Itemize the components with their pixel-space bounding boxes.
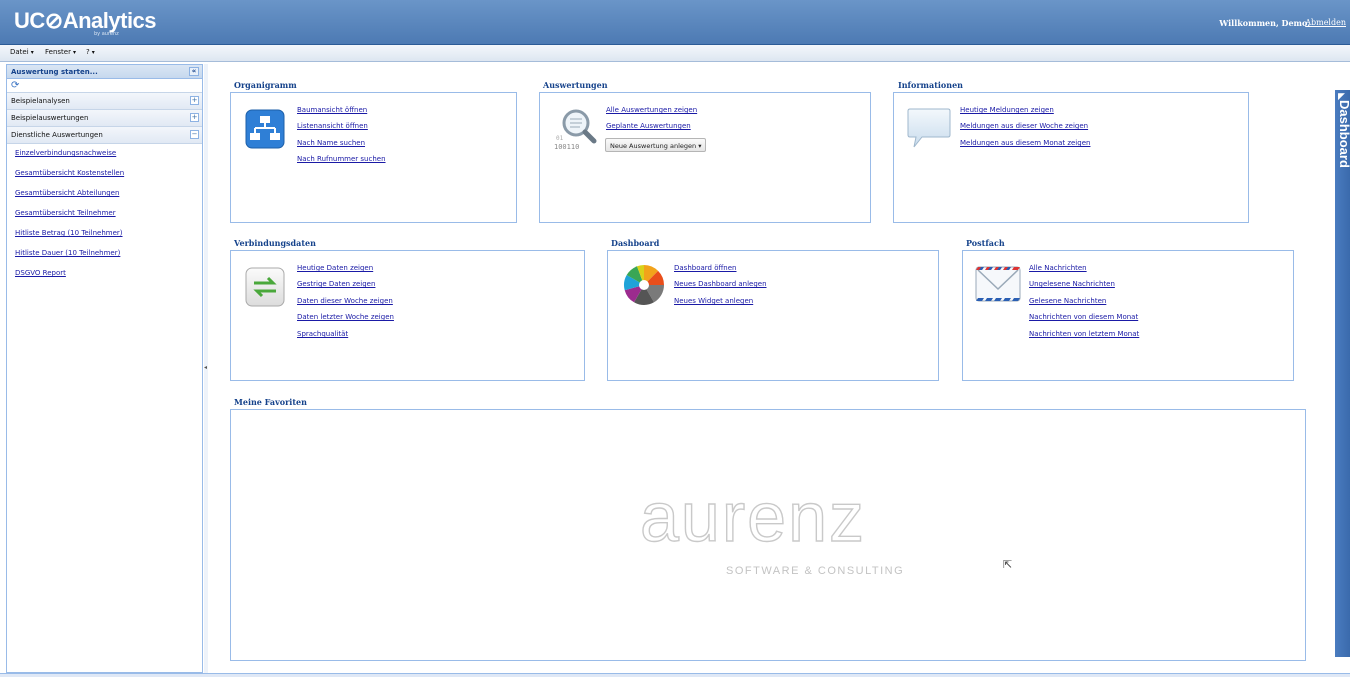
new-report-dropdown[interactable]: Neue Auswertung anlegen ▾ xyxy=(605,138,707,152)
search-report-icon: 100110 01 xyxy=(554,105,600,151)
link-neues-dashboard[interactable]: Neues Dashboard anlegen xyxy=(674,280,767,288)
welcome-text: Willkommen, Demo. xyxy=(1219,18,1310,28)
expand-icon[interactable]: + xyxy=(190,96,199,105)
link-daten-woche[interactable]: Daten dieser Woche zeigen xyxy=(297,297,393,305)
section-title-favoriten: Meine Favoriten xyxy=(234,397,307,407)
link-alle-auswertungen[interactable]: Alle Auswertungen zeigen xyxy=(606,106,697,114)
chevron-down-icon: ▾ xyxy=(91,49,95,56)
sidebar-link-hitliste-dauer[interactable]: Hitliste Dauer (10 Teilnehmer) xyxy=(7,244,202,264)
speech-bubble-icon xyxy=(906,105,952,151)
watermark-subtitle: SOFTWARE & CONSULTING xyxy=(726,565,905,577)
sidebar-group-beispielauswertungen[interactable]: Beispielauswertungen + xyxy=(7,110,202,127)
logout-link[interactable]: Abmelden xyxy=(1305,18,1346,27)
sidebar-link-einzelverbindungsnachweise[interactable]: Einzelverbindungsnachweise xyxy=(7,144,202,164)
link-nachrichten-letztem-monat[interactable]: Nachrichten von letztem Monat xyxy=(1029,330,1139,338)
panel-organigramm: Baumansicht öffnen Listenansicht öffnen … xyxy=(230,92,517,223)
section-title-verbindungsdaten: Verbindungsdaten xyxy=(234,238,316,248)
link-nach-name[interactable]: Nach Name suchen xyxy=(297,139,365,147)
new-report-dropdown-label: Neue Auswertung anlegen xyxy=(610,142,697,150)
menu-help-label: ? xyxy=(86,48,90,56)
section-title-organigramm: Organigramm xyxy=(234,80,297,90)
app-header: UC⊘Analytics by aurenz Willkommen, Demo.… xyxy=(0,0,1350,45)
splitter-arrow-icon: ◂ xyxy=(204,364,208,371)
link-listenansicht[interactable]: Listenansicht öffnen xyxy=(297,122,368,130)
sidebar-link-teilnehmer[interactable]: Gesamtübersicht Teilnehmer xyxy=(7,204,202,224)
dashboard-side-tab-label: Dashboard xyxy=(1335,100,1350,220)
link-nach-rufnummer[interactable]: Nach Rufnummer suchen xyxy=(297,155,386,163)
link-ungelesene-nachrichten[interactable]: Ungelesene Nachrichten xyxy=(1029,280,1115,288)
svg-text:100110: 100110 xyxy=(554,143,579,151)
link-heutige-meldungen[interactable]: Heutige Meldungen zeigen xyxy=(960,106,1054,114)
sidebar-group-label: Beispielanalysen xyxy=(11,97,70,105)
sidebar-group-dienstliche-auswertungen[interactable]: Dienstliche Auswertungen − xyxy=(7,127,202,144)
mouse-cursor-icon: ⇱ xyxy=(1003,558,1013,571)
sidebar-link-kostenstellen[interactable]: Gesamtübersicht Kostenstellen xyxy=(7,164,202,184)
app-logo: UC⊘Analytics xyxy=(14,8,157,33)
section-title-informationen: Informationen xyxy=(898,80,963,90)
chevron-down-icon: ▾ xyxy=(72,49,76,56)
sidebar-link-abteilungen[interactable]: Gesamtübersicht Abteilungen xyxy=(7,184,202,204)
sidebar-link-hitliste-betrag[interactable]: Hitliste Betrag (10 Teilnehmer) xyxy=(7,224,202,244)
app-logo-subtitle: by aurenz xyxy=(94,31,119,37)
link-gelesene-nachrichten[interactable]: Gelesene Nachrichten xyxy=(1029,297,1106,305)
chevron-down-icon: ▾ xyxy=(698,142,702,150)
pie-chart-icon xyxy=(622,263,666,307)
link-meldungen-monat[interactable]: Meldungen aus diesem Monat zeigen xyxy=(960,139,1090,147)
link-nachrichten-diesem-monat[interactable]: Nachrichten von diesem Monat xyxy=(1029,313,1138,321)
refresh-icon[interactable]: ⟳ xyxy=(7,79,202,93)
link-alle-nachrichten[interactable]: Alle Nachrichten xyxy=(1029,264,1087,272)
svg-text:01: 01 xyxy=(556,135,564,142)
link-geplante-auswertungen[interactable]: Geplante Auswertungen xyxy=(606,122,691,130)
menu-datei[interactable]: Datei ▾ xyxy=(10,48,34,56)
link-neues-widget[interactable]: Neues Widget anlegen xyxy=(674,297,753,305)
menu-datei-label: Datei xyxy=(10,48,29,56)
sidebar-header: Auswertung starten... « xyxy=(7,65,202,79)
link-dashboard-oeffnen[interactable]: Dashboard öffnen xyxy=(674,264,737,272)
link-meldungen-woche[interactable]: Meldungen aus dieser Woche zeigen xyxy=(960,122,1088,130)
section-title-postfach: Postfach xyxy=(966,238,1005,248)
link-baumansicht[interactable]: Baumansicht öffnen xyxy=(297,106,367,114)
menu-fenster-label: Fenster xyxy=(45,48,71,56)
link-daten-letzte-woche[interactable]: Daten letzter Woche zeigen xyxy=(297,313,394,321)
sidebar-splitter[interactable]: ◂ xyxy=(204,64,208,673)
panel-verbindungsdaten: Heutige Daten zeigen Gestrige Daten zeig… xyxy=(230,250,585,381)
sidebar-group-beispielanalysen[interactable]: Beispielanalysen + xyxy=(7,93,202,110)
panel-dashboard: Dashboard öffnen Neues Dashboard anlegen… xyxy=(607,250,939,381)
menu-bar: Datei ▾ Fenster ▾ ? ▾ xyxy=(0,45,1350,62)
section-title-dashboard: Dashboard xyxy=(611,238,660,248)
aurenz-watermark-logo: aurenz SOFTWARE & CONSULTING xyxy=(639,478,902,577)
envelope-icon xyxy=(975,265,1021,305)
chevron-down-icon: ▾ xyxy=(30,49,34,56)
status-bar xyxy=(0,673,1350,677)
sidebar-title: Auswertung starten... xyxy=(11,68,98,76)
sidebar-link-dsgvo-report[interactable]: DSGVO Report xyxy=(7,264,202,284)
sidebar: Auswertung starten... « ⟳ Beispielanalys… xyxy=(6,64,203,673)
sidebar-group-label: Beispielauswertungen xyxy=(11,114,89,122)
exchange-arrows-icon xyxy=(245,267,285,307)
section-title-auswertungen: Auswertungen xyxy=(543,80,608,90)
panel-informationen: Heutige Meldungen zeigen Meldungen aus d… xyxy=(893,92,1249,223)
collapse-icon[interactable]: − xyxy=(190,130,199,139)
panel-auswertungen: 100110 01 Alle Auswertungen zeigen Gepla… xyxy=(539,92,871,223)
watermark-word: aurenz xyxy=(639,478,867,556)
panel-postfach: Alle Nachrichten Ungelesene Nachrichten … xyxy=(962,250,1294,381)
menu-help[interactable]: ? ▾ xyxy=(86,48,95,56)
link-sprachqualitaet[interactable]: Sprachqualität xyxy=(297,330,348,338)
menu-fenster[interactable]: Fenster ▾ xyxy=(45,48,76,56)
dashboard-side-tab-text: Dashboard xyxy=(1337,100,1350,168)
sidebar-group-label: Dienstliche Auswertungen xyxy=(11,131,103,139)
expand-icon[interactable]: + xyxy=(190,113,199,122)
link-gestrige-daten[interactable]: Gestrige Daten zeigen xyxy=(297,280,375,288)
org-chart-icon xyxy=(245,109,285,149)
link-heutige-daten[interactable]: Heutige Daten zeigen xyxy=(297,264,373,272)
collapse-sidebar-icon[interactable]: « xyxy=(189,67,199,76)
